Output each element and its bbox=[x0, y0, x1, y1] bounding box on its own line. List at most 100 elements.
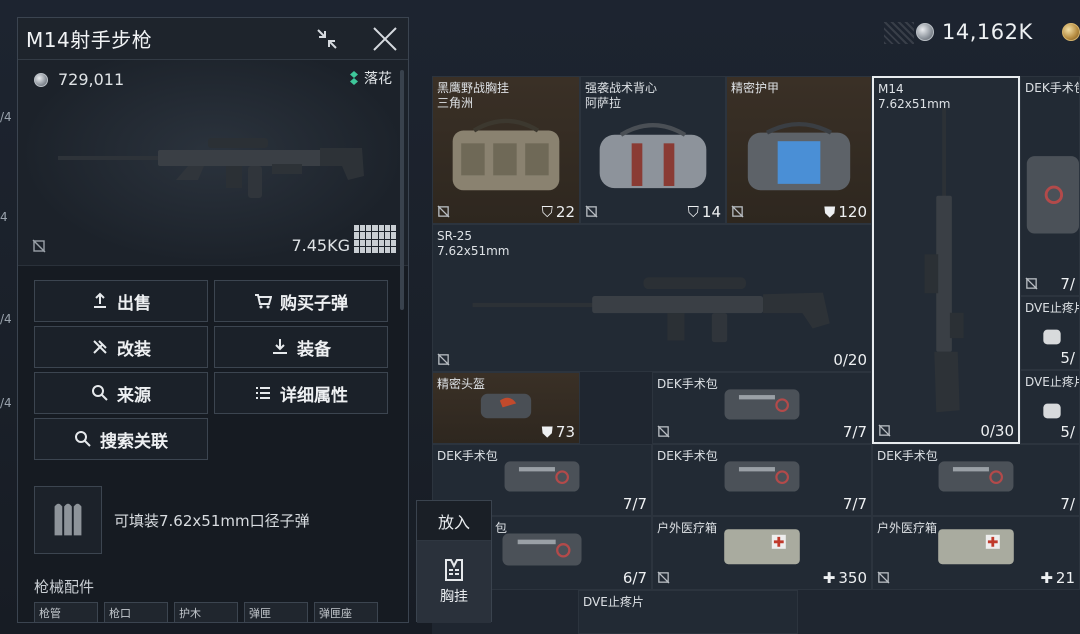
inventory-item[interactable]: DEK手术包 7/ bbox=[1020, 76, 1080, 296]
edge-text: /4 bbox=[0, 312, 12, 326]
search-icon bbox=[75, 431, 91, 447]
item-count-value: 14 bbox=[701, 203, 721, 221]
item-count: 5/ bbox=[1060, 349, 1075, 367]
sell-label: 出售 bbox=[117, 293, 151, 314]
detail-attributes-button[interactable]: 详细属性 bbox=[214, 372, 388, 414]
cart-icon bbox=[255, 294, 272, 309]
painkiller-image bbox=[1021, 327, 1079, 347]
lock-off-icon bbox=[731, 205, 744, 218]
item-count-value: 7/ bbox=[1060, 275, 1075, 293]
close-icon[interactable] bbox=[372, 26, 398, 52]
inventory-item[interactable]: 精密头盔 ⛊ 73 bbox=[432, 372, 580, 444]
ammo-description: 可填装7.62x51mm口径子弹 bbox=[114, 511, 310, 530]
inventory-item-selected[interactable]: M14 7.62x51mm 0/30 bbox=[872, 76, 1020, 444]
inventory-item[interactable]: DEK手术包 7/7 bbox=[652, 372, 872, 444]
shield-icon: ⛊ bbox=[824, 203, 836, 221]
item-count-value: 5/ bbox=[1060, 423, 1075, 441]
item-count-value: 7/7 bbox=[842, 495, 867, 513]
medical-box-image bbox=[873, 525, 1079, 567]
item-count-value: 7/ bbox=[1060, 495, 1075, 513]
item-name: 精密护甲 bbox=[731, 81, 780, 95]
plus-icon: ✚ bbox=[1040, 569, 1053, 587]
attachment-slot[interactable]: 枪口 bbox=[104, 602, 168, 622]
item-count: ⛊ 73 bbox=[542, 423, 575, 441]
lock-off-icon bbox=[32, 239, 46, 253]
left-edge-strip: /4 4 /4 /4 bbox=[0, 100, 18, 480]
item-count: 7/7 bbox=[843, 423, 867, 441]
item-count-value: 21 bbox=[1055, 569, 1075, 587]
put-in-button[interactable]: 放入 bbox=[417, 501, 491, 541]
inventory-item[interactable]: 强袭战术背心 阿萨拉 ⛉ 14 bbox=[580, 76, 726, 224]
item-count: 7/ bbox=[1060, 275, 1075, 293]
chest-rig-icon bbox=[445, 559, 463, 581]
lock-off-icon bbox=[657, 425, 670, 438]
panel-header: M14射手步枪 bbox=[18, 18, 408, 60]
lock-off-icon bbox=[878, 424, 891, 437]
bullet-icon bbox=[34, 486, 102, 554]
lock-off-icon bbox=[585, 205, 598, 218]
item-count: ✚ 21 bbox=[1040, 569, 1075, 587]
sell-button[interactable]: 出售 bbox=[34, 280, 208, 322]
item-count: ⛉ 14 bbox=[688, 203, 721, 221]
m14-rifle-image bbox=[874, 108, 1018, 420]
inventory-item[interactable]: 黑鹰野战胸挂 三角洲 ⛉ 22 bbox=[432, 76, 580, 224]
chest-rig-image bbox=[433, 107, 579, 201]
item-count: 7/7 bbox=[843, 495, 867, 513]
inventory-item[interactable]: DEK手术包 7/7 bbox=[652, 444, 872, 516]
detail-attributes-label: 详细属性 bbox=[280, 385, 348, 406]
inventory-item[interactable]: 精密护甲 ⛊ 120 bbox=[726, 76, 872, 224]
item-weight: 7.45KG bbox=[291, 236, 350, 255]
item-name: DVE止疼片 bbox=[1025, 375, 1080, 389]
tag-row: 落花 bbox=[350, 68, 392, 88]
inventory-item[interactable]: SR-25 7.62x51mm 0/20 bbox=[432, 224, 872, 372]
collapse-icon[interactable] bbox=[314, 26, 340, 52]
search-icon bbox=[92, 385, 108, 401]
inventory-item[interactable]: DVE止疼片 5/ bbox=[1020, 370, 1080, 444]
inventory-item[interactable]: DVE止疼片 bbox=[578, 590, 798, 634]
item-count: 0/30 bbox=[980, 422, 1014, 440]
gold-coin-icon bbox=[1062, 23, 1080, 41]
item-name-line: SR-25 bbox=[437, 229, 473, 243]
weapon-preview: 729,011 落花 7.45KG bbox=[18, 60, 408, 266]
item-count: ⛊ 120 bbox=[824, 203, 867, 221]
item-name: DEK手术包 bbox=[1025, 81, 1080, 95]
item-count: 7/ bbox=[1060, 495, 1075, 513]
ammo-info: 可填装7.62x51mm口径子弹 bbox=[34, 486, 310, 554]
attachment-slot[interactable]: 弹匣 bbox=[244, 602, 308, 622]
wrench-icon bbox=[93, 340, 107, 354]
armor-image bbox=[727, 107, 871, 201]
chest-rig-slot-label: 胸挂 bbox=[440, 589, 468, 605]
modify-label: 改装 bbox=[117, 339, 151, 360]
inventory-item[interactable]: 户外医疗箱 ✚ 350 bbox=[652, 516, 872, 590]
item-count-value: 350 bbox=[838, 569, 867, 587]
coin-icon bbox=[34, 72, 48, 87]
price-row: 729,011 bbox=[34, 70, 124, 89]
buy-ammo-button[interactable]: 购买子弹 bbox=[214, 280, 388, 322]
item-count-value: 7/7 bbox=[622, 495, 647, 513]
inventory-grid: 黑鹰野战胸挂 三角洲 ⛉ 22 强袭战术背心 阿萨拉 ⛉ 14 精密护甲 ⛊ 120 M1… bbox=[432, 76, 1080, 634]
source-label: 来源 bbox=[117, 385, 151, 406]
tactical-vest-image bbox=[581, 107, 725, 201]
attachment-slot[interactable]: 枪管 bbox=[34, 602, 98, 622]
edge-text: /4 bbox=[0, 396, 12, 410]
item-size-grid-icon bbox=[354, 225, 396, 253]
item-count: 0/20 bbox=[833, 351, 867, 369]
attachment-slot[interactable]: 护木 bbox=[174, 602, 238, 622]
inventory-item[interactable]: 户外医疗箱 ✚ 21 bbox=[872, 516, 1080, 590]
surgery-kit-image bbox=[653, 457, 871, 493]
attachments-title: 枪械配件 bbox=[34, 578, 95, 596]
inventory-item[interactable]: DVE止疼片 5/ bbox=[1020, 296, 1080, 370]
modify-button[interactable]: 改装 bbox=[34, 326, 208, 368]
inventory-item[interactable]: DEK手术包 7/ bbox=[872, 444, 1080, 516]
item-tag: 落花 bbox=[364, 71, 392, 87]
panel-scrollbar[interactable] bbox=[400, 70, 404, 310]
buy-ammo-label: 购买子弹 bbox=[280, 293, 348, 314]
medical-box-image bbox=[653, 525, 871, 567]
item-count-value: 0/20 bbox=[833, 351, 867, 369]
chest-rig-slot[interactable]: 胸挂 bbox=[417, 541, 491, 623]
attachment-slot[interactable]: 弹匣座 bbox=[314, 602, 378, 622]
helmet-image bbox=[433, 387, 579, 421]
source-button[interactable]: 来源 bbox=[34, 372, 208, 414]
search-related-button[interactable]: 搜索关联 bbox=[34, 418, 208, 460]
equip-button[interactable]: 装备 bbox=[214, 326, 388, 368]
